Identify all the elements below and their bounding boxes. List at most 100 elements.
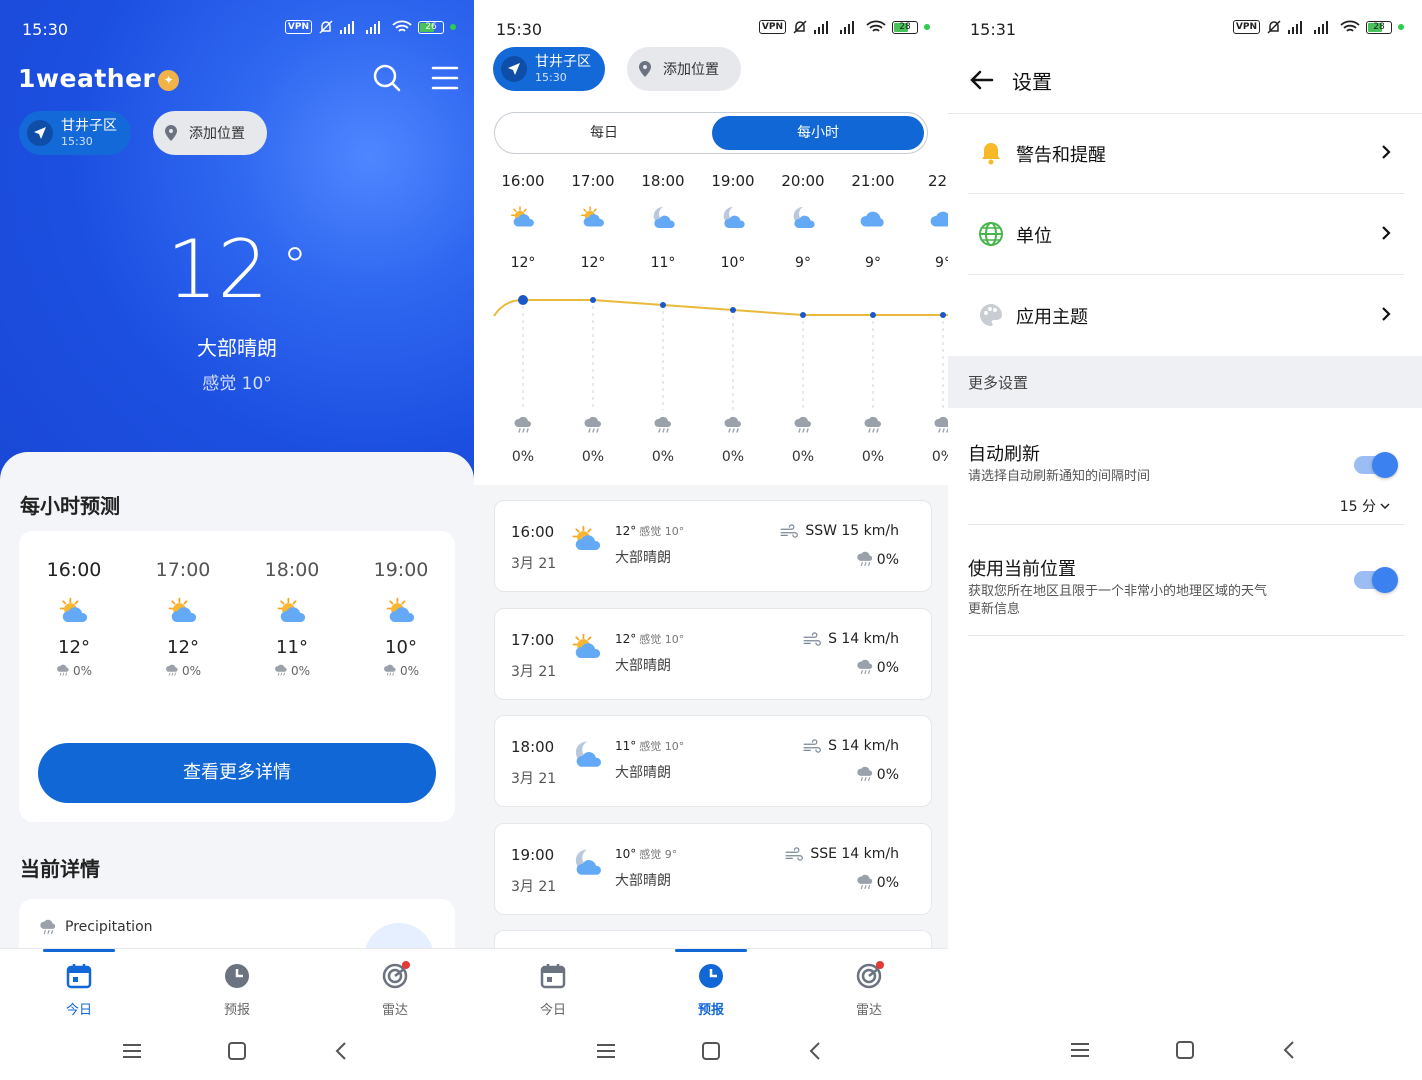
cloudy-icon (930, 211, 948, 227)
system-menu-icon[interactable] (120, 1039, 144, 1063)
strip-precip: 0% (932, 449, 948, 465)
system-back-icon[interactable] (804, 1039, 828, 1063)
premium-badge-icon[interactable]: ✦ (158, 69, 180, 91)
settings-row-alerts[interactable]: 警告和提醒 (968, 114, 1404, 194)
card-precip: 0% (856, 874, 899, 892)
strip-precip: 0% (722, 449, 744, 465)
battery-icon: 26 (418, 20, 444, 34)
add-location-chip[interactable]: 添加位置 (153, 111, 267, 155)
hourly-item[interactable]: 17:00 12° 0% (138, 559, 228, 678)
back-arrow-icon[interactable] (968, 66, 996, 94)
status-icons: VPN 26 (284, 20, 456, 34)
bottom-nav: 今日 预报 雷达 (474, 948, 948, 1080)
page-title: 设置 (1012, 70, 1052, 94)
system-menu-icon[interactable] (1068, 1038, 1092, 1062)
system-menu-icon[interactable] (594, 1039, 618, 1063)
signal-2-icon (366, 21, 380, 34)
forecast-tab-switch: 每日 每小时 (494, 112, 928, 154)
app-logo: 1weather ✦ (18, 64, 180, 93)
chevron-right-icon (1382, 145, 1391, 159)
search-icon[interactable] (369, 60, 405, 96)
pin-icon (639, 61, 651, 77)
temperature-point (660, 302, 666, 308)
hourly-item[interactable]: 18:00 11° 0% (247, 559, 337, 678)
rain-icon (933, 416, 948, 433)
card-date: 3月 21 (511, 878, 557, 895)
card-precip: 0% (856, 551, 899, 569)
settings-row-units[interactable]: 单位 (968, 195, 1404, 275)
location-name: 甘井子区 (61, 118, 117, 134)
cloudy-icon (860, 211, 884, 227)
nav-radar[interactable]: 雷达 (355, 961, 435, 1018)
card-date: 3月 21 (511, 663, 557, 680)
card-temp: 11° 感觉 10° (615, 739, 685, 753)
card-wind: S 14 km/h (802, 738, 899, 754)
see-more-details-button[interactable]: 查看更多详情 (38, 743, 436, 803)
partly-cloudy-night-icon (569, 738, 605, 774)
signal-icon (340, 21, 354, 34)
add-location-chip[interactable]: 添加位置 (627, 47, 741, 91)
partly-sunny-icon (165, 595, 201, 631)
forecast-card[interactable]: 18:00 3月 21 11° 感觉 10° 大部晴朗 S 14 km/h 0% (494, 715, 932, 807)
chevron-right-icon (1382, 307, 1391, 321)
nav-forecast[interactable]: 预报 (671, 961, 751, 1018)
nav-today[interactable]: 今日 (513, 961, 593, 1018)
partly-cloudy-night-icon (723, 206, 745, 228)
current-condition: 大部晴朗 (197, 336, 277, 360)
hourly-section-title: 每小时预测 (20, 494, 120, 518)
strip-temp: 10° (721, 255, 746, 271)
nav-radar[interactable]: 雷达 (829, 961, 909, 1018)
rain-icon (274, 664, 288, 678)
rain-icon (856, 766, 874, 784)
card-wind: SSE 14 km/h (784, 846, 899, 862)
rain-icon (383, 664, 397, 678)
card-condition: 大部晴朗 (615, 550, 671, 566)
rain-icon (165, 664, 179, 678)
clock-icon (225, 964, 249, 988)
temperature-point (518, 295, 528, 305)
use-location-toggle[interactable] (1354, 567, 1398, 593)
rain-icon (856, 874, 874, 892)
card-condition: 大部晴朗 (615, 765, 671, 781)
location-chip-current[interactable]: 甘井子区 15:30 (19, 111, 131, 155)
vpn-icon: VPN (1232, 20, 1260, 34)
partly-sunny-icon (56, 595, 92, 631)
nav-forecast[interactable]: 预报 (197, 961, 277, 1018)
wifi-icon (866, 20, 886, 32)
location-chip-current[interactable]: 甘井子区 15:30 (493, 47, 605, 91)
hourly-item[interactable]: 16:00 12° 0% (29, 559, 119, 678)
bell-icon (982, 143, 1000, 165)
system-home-icon[interactable] (225, 1039, 249, 1063)
location-arrow-icon (501, 56, 527, 82)
calendar-icon (540, 964, 566, 989)
tab-hourly[interactable]: 每小时 (712, 116, 924, 150)
card-time: 19:00 (511, 845, 555, 864)
menu-icon[interactable] (427, 60, 463, 96)
forecast-card[interactable]: 16:00 3月 21 12° 感觉 10° 大部晴朗 SSW 15 km/h 0% (494, 500, 932, 592)
auto-refresh-toggle[interactable] (1354, 452, 1398, 478)
battery-icon: 28 (892, 20, 918, 34)
charging-dot (1398, 24, 1404, 30)
status-time: 15:30 (22, 20, 69, 39)
settings-row-theme[interactable]: 应用主题 (968, 276, 1404, 356)
nav-today[interactable]: 今日 (39, 961, 119, 1018)
strip-time: 20:00 (781, 172, 824, 190)
radar-icon (382, 961, 410, 989)
system-back-icon[interactable] (1278, 1038, 1302, 1062)
forecast-card[interactable]: 17:00 3月 21 12° 感觉 10° 大部晴朗 S 14 km/h 0% (494, 607, 932, 700)
forecast-card[interactable]: 19:00 3月 21 10° 感觉 9° 大部晴朗 SSE 14 km/h 0% (494, 822, 932, 915)
strip-precip: 0% (582, 449, 604, 465)
system-back-icon[interactable] (330, 1039, 354, 1063)
system-home-icon[interactable] (1173, 1038, 1197, 1062)
location-time: 15:30 (535, 71, 567, 84)
refresh-interval-select[interactable]: 15 分 (1340, 496, 1390, 516)
signal-icon (1288, 21, 1302, 34)
card-condition: 大部晴朗 (615, 657, 671, 674)
status-icons: VPN 28 (1232, 20, 1404, 34)
tab-daily[interactable]: 每日 (498, 116, 710, 150)
precipitation-label: Precipitation (65, 919, 153, 935)
status-time: 15:31 (970, 20, 1017, 39)
system-home-icon[interactable] (699, 1039, 723, 1063)
hourly-item[interactable]: 19:00 10° 0% (356, 559, 446, 678)
card-precip: 0% (856, 659, 899, 677)
